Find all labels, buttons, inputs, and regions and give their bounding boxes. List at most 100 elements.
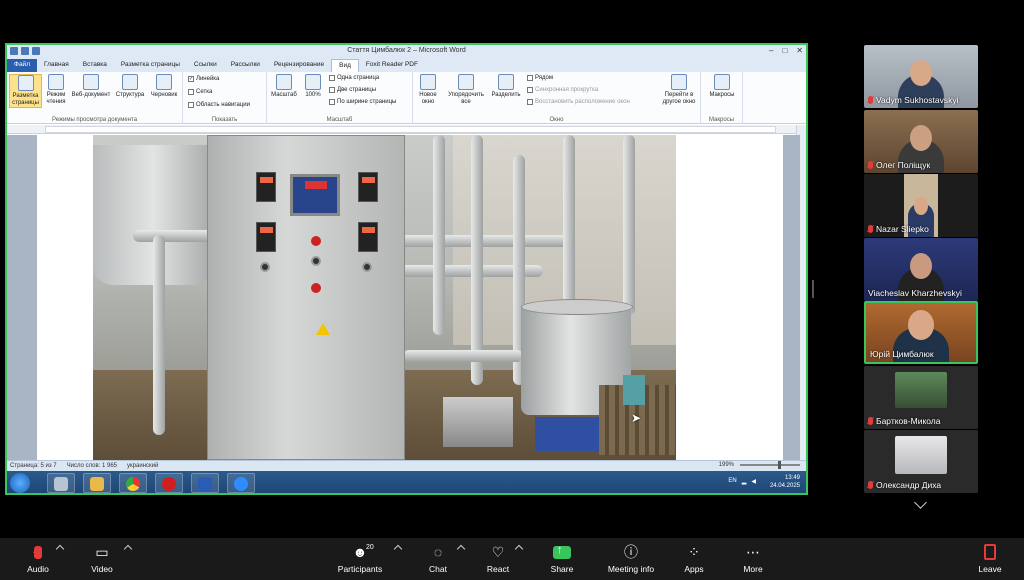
ruler-checkbox[interactable]: ✓ Линейка bbox=[188, 76, 219, 82]
new-window-button[interactable]: Новое окно bbox=[415, 74, 441, 106]
share-button[interactable]: Share bbox=[532, 542, 592, 575]
split-button[interactable]: Разделить bbox=[489, 74, 523, 99]
meeting-controls: Audio ▭ Video ☻ 20 Participants ◌ Chat ♡… bbox=[0, 538, 1024, 580]
minimize-icon[interactable]: – bbox=[769, 46, 773, 55]
zoom-level[interactable]: 199% bbox=[719, 462, 734, 468]
word-title-bar: Стаття Цимбалюк 2 – Microsoft Word – □ ✕ bbox=[7, 45, 806, 59]
windows-start-icon[interactable] bbox=[10, 473, 30, 493]
draft-button[interactable]: Черновик bbox=[147, 74, 181, 99]
tab-references[interactable]: Ссылки bbox=[187, 59, 224, 72]
web-layout-button[interactable]: Веб-документ bbox=[69, 74, 113, 99]
tab-review[interactable]: Рецензирование bbox=[267, 59, 331, 72]
meeting-info-button[interactable]: ⓘ Meeting info bbox=[601, 542, 661, 574]
video-tile[interactable]: Олександр Диха bbox=[864, 430, 978, 493]
horizontal-ruler[interactable] bbox=[7, 125, 806, 134]
video-tile[interactable]: Vadym Sukhostavskyi bbox=[864, 45, 978, 108]
control-cabinet bbox=[207, 135, 405, 460]
camera-icon: ▭ bbox=[95, 543, 109, 560]
group-label: Макросы bbox=[708, 117, 734, 123]
shared-screen[interactable]: Стаття Цимбалюк 2 – Microsoft Word – □ ✕… bbox=[5, 43, 808, 495]
sync-scroll-button[interactable]: Синхронная прокрутка bbox=[527, 87, 598, 93]
grid-checkbox[interactable]: Сетка bbox=[188, 89, 212, 95]
language-indicator[interactable]: украинский bbox=[127, 463, 158, 469]
apps-button[interactable]: ⁘ Apps bbox=[664, 542, 724, 575]
warning-icon bbox=[316, 323, 330, 335]
video-tile[interactable]: Бартков-Микола bbox=[864, 366, 978, 429]
tab-home[interactable]: Главная bbox=[37, 59, 76, 72]
maximize-icon[interactable]: □ bbox=[782, 46, 787, 55]
video-button[interactable]: ▭ Video bbox=[72, 542, 132, 575]
new-window-icon bbox=[420, 74, 436, 90]
zoom-100-button[interactable]: 100% bbox=[301, 74, 325, 99]
video-tile[interactable]: Viacheslav Kharzhevskyi bbox=[864, 238, 978, 301]
zoom-meeting-window: Стаття Цимбалюк 2 – Microsoft Word – □ ✕… bbox=[0, 0, 1024, 580]
page-width-button[interactable]: По ширине страницы bbox=[329, 99, 396, 105]
one-page-button[interactable]: Одна страница bbox=[329, 75, 379, 81]
mouse-cursor-icon: ➤ bbox=[631, 411, 642, 425]
tab-insert[interactable]: Вставка bbox=[76, 59, 114, 72]
chevron-down-icon[interactable] bbox=[914, 496, 927, 509]
equipment-photo[interactable]: ➤ bbox=[93, 135, 676, 460]
tab-page-layout[interactable]: Разметка страницы bbox=[114, 59, 187, 72]
reset-window-button[interactable]: Восстановить расположение окон bbox=[527, 99, 630, 105]
split-icon bbox=[498, 74, 514, 90]
leave-button[interactable]: Leave bbox=[960, 542, 1020, 574]
document-page[interactable]: ➤ bbox=[37, 135, 783, 460]
show-group: ✓ Линейка Сетка Область навигации Показат… bbox=[183, 72, 267, 124]
tab-file[interactable]: Файл bbox=[7, 59, 37, 72]
macros-group: Макросы Макросы bbox=[701, 72, 743, 124]
video-tile[interactable]: Nazar Sliepko bbox=[864, 174, 978, 237]
tab-view[interactable]: Вид bbox=[331, 59, 359, 72]
page-count[interactable]: Страница: 5 из 7 bbox=[10, 463, 57, 469]
zoom-button[interactable]: Масштаб bbox=[269, 74, 299, 99]
tab-foxit[interactable]: Foxit Reader PDF bbox=[359, 59, 425, 72]
participants-button[interactable]: ☻ 20 Participants bbox=[330, 542, 390, 574]
participant-name: Олег Поліщук bbox=[876, 160, 931, 170]
zoom-slider[interactable] bbox=[740, 461, 800, 469]
group-label: Показать bbox=[211, 117, 238, 123]
close-icon[interactable]: ✕ bbox=[796, 46, 803, 55]
window-title: Стаття Цимбалюк 2 – Microsoft Word bbox=[347, 47, 466, 54]
navigation-pane-checkbox[interactable]: Область навигации bbox=[188, 102, 250, 108]
two-pages-button[interactable]: Две страницы bbox=[329, 87, 376, 93]
participant-name: Олександр Диха bbox=[876, 480, 942, 490]
arrange-all-button[interactable]: Упорядочить все bbox=[443, 74, 489, 106]
input-language[interactable]: EN bbox=[728, 478, 736, 485]
splitter-handle[interactable] bbox=[812, 280, 814, 298]
active-speaker-tile[interactable]: Юрій Цимбалюк bbox=[864, 301, 978, 364]
draft-icon bbox=[156, 74, 172, 90]
participant-name: Юрій Цимбалюк bbox=[870, 349, 934, 359]
side-by-side-button[interactable]: Рядом bbox=[527, 75, 553, 81]
print-layout-button[interactable]: Разметка страницы bbox=[9, 74, 42, 108]
book-icon bbox=[48, 74, 64, 90]
taskbar-opera[interactable] bbox=[155, 473, 183, 493]
views-group: Разметка страницы Режим чтения Веб-докум… bbox=[7, 72, 183, 124]
taskbar-chrome[interactable] bbox=[119, 473, 147, 493]
reading-mode-button[interactable]: Режим чтения bbox=[43, 74, 69, 106]
outline-icon bbox=[122, 74, 138, 90]
magnifier-icon bbox=[276, 74, 292, 90]
participants-icon: ☻ bbox=[352, 544, 368, 560]
system-clock[interactable]: 13:49 24.04.2025 bbox=[770, 474, 800, 490]
taskbar-explorer[interactable] bbox=[83, 473, 111, 493]
volume-icon[interactable]: ◀ bbox=[751, 478, 756, 485]
more-button[interactable]: ⋯ More bbox=[723, 542, 783, 575]
video-tile[interactable]: Олег Поліщук bbox=[864, 110, 978, 173]
group-label: Режимы просмотра документа bbox=[51, 117, 138, 123]
switch-window-button[interactable]: Перейти в другое окно bbox=[659, 74, 699, 106]
share-screen-icon bbox=[532, 542, 592, 562]
taskbar-files[interactable] bbox=[47, 473, 75, 493]
ribbon-tabs: Файл Главная Вставка Разметка страницы С… bbox=[7, 59, 806, 72]
taskbar-zoom[interactable] bbox=[227, 473, 255, 493]
macros-button[interactable]: Макросы bbox=[705, 74, 739, 99]
chevron-up-icon[interactable] bbox=[393, 544, 403, 554]
document-area[interactable]: ➤ bbox=[7, 135, 800, 460]
taskbar-word[interactable] bbox=[191, 473, 219, 493]
outline-button[interactable]: Структура bbox=[114, 74, 146, 99]
more-icon: ⋯ bbox=[746, 543, 760, 560]
mic-muted-icon bbox=[868, 225, 873, 233]
participant-name: Nazar Sliepko bbox=[876, 224, 929, 234]
tab-mailings[interactable]: Рассылки bbox=[224, 59, 267, 72]
network-icon[interactable]: ▂ bbox=[742, 478, 747, 485]
word-count[interactable]: Число слов: 1 965 bbox=[67, 463, 117, 469]
